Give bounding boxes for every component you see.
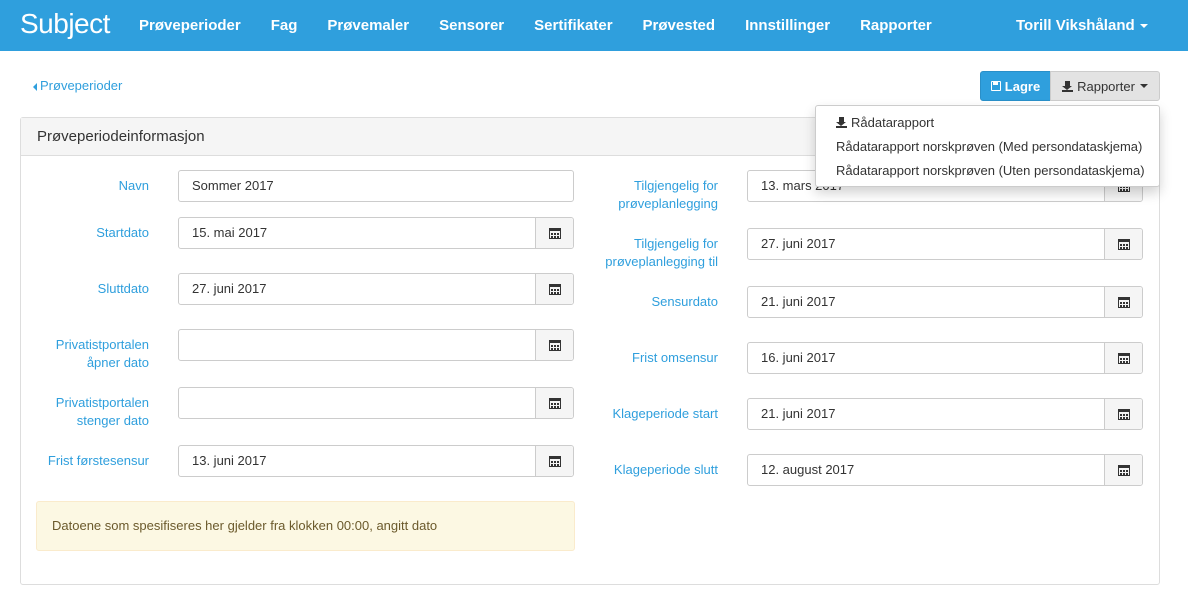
download-icon xyxy=(1062,80,1074,92)
calendar-icon xyxy=(548,283,561,295)
field-label-sluttdato: Sluttdato xyxy=(97,281,149,296)
nav-item-innstillinger[interactable]: Innstillinger xyxy=(745,0,830,51)
portal-open-date-value xyxy=(179,330,535,360)
field-label-portal-close: Privatistportalen stenger dato xyxy=(55,395,149,428)
save-button-label: Lagre xyxy=(1004,78,1041,94)
info-note: Datoene som spesifiseres her gjelder fra… xyxy=(36,501,575,551)
field-label-sensurdato: Sensurdato xyxy=(651,294,719,309)
field-label-appeal-end: Klageperiode slutt xyxy=(613,462,718,477)
appeal-start-calendar-button[interactable] xyxy=(1104,399,1142,429)
calendar-icon xyxy=(1117,238,1130,250)
calendar-icon xyxy=(1117,408,1130,420)
regrading-deadline-calendar-button[interactable] xyxy=(1104,343,1142,373)
field-label-appeal-start: Klageperiode start xyxy=(612,406,718,421)
save-button[interactable]: Lagre xyxy=(980,71,1051,101)
nav-item-sensorer[interactable]: Sensorer xyxy=(439,0,504,51)
calendar-icon xyxy=(548,339,561,351)
grading-date-calendar-button[interactable] xyxy=(1104,287,1142,317)
calendar-icon xyxy=(548,397,561,409)
field-label-first-grading: Frist førstesensur xyxy=(47,453,149,468)
user-name: Torill Vikshåland xyxy=(1016,17,1135,34)
nav-item-proveperioder[interactable]: Prøveperioder xyxy=(139,0,241,51)
field-label-navn: Navn xyxy=(118,178,149,193)
main-nav: Prøveperioder Fag Prøvemaler Sensorer Se… xyxy=(139,0,962,51)
field-label-portal-open: Privatistportalen åpner dato xyxy=(55,337,149,370)
portal-close-date-input[interactable] xyxy=(178,387,574,419)
nav-item-sertifikater[interactable]: Sertifikater xyxy=(534,0,612,51)
available-planning-until-input[interactable]: 27. juni 2017 xyxy=(747,228,1143,260)
reports-button-label: Rapporter xyxy=(1077,78,1135,94)
calendar-icon xyxy=(548,227,561,239)
breadcrumb-label: Prøveperioder xyxy=(40,78,123,93)
nav-item-provested[interactable]: Prøvested xyxy=(643,0,716,51)
calendar-icon xyxy=(1117,296,1130,308)
portal-close-date-value xyxy=(179,388,535,418)
calendar-icon xyxy=(1117,464,1130,476)
reports-dropdown-menu: Rådatarapport Rådatarapport norskprøven … xyxy=(815,105,1160,187)
nav-item-provemaler[interactable]: Prøvemaler xyxy=(327,0,409,51)
brand-logo[interactable]: Subject xyxy=(20,8,110,40)
floppy-disk-icon xyxy=(990,81,1001,91)
first-grading-calendar-button[interactable] xyxy=(535,446,573,476)
dropdown-item-label: Rådatarapport xyxy=(851,115,935,130)
name-input[interactable]: Sommer 2017 xyxy=(178,170,574,202)
start-date-calendar-button[interactable] xyxy=(535,218,573,248)
dropdown-item-raw-data-report[interactable]: Rådatarapport xyxy=(816,113,1159,137)
appeal-start-date-value: 21. juni 2017 xyxy=(761,406,836,421)
breadcrumb-back-link[interactable]: Prøveperioder xyxy=(33,78,122,93)
calendar-icon xyxy=(1117,352,1130,364)
regrading-deadline-value: 16. juni 2017 xyxy=(761,350,836,365)
chevron-down-icon xyxy=(1139,24,1148,29)
user-menu[interactable]: Torill Vikshåland xyxy=(1016,0,1148,51)
nav-item-rapporter[interactable]: Rapporter xyxy=(860,0,932,51)
field-label-available-planning-until: Tilgjengelig for prøveplanlegging til xyxy=(605,236,718,269)
portal-close-calendar-button[interactable] xyxy=(535,388,573,418)
first-grading-deadline-input[interactable]: 13. juni 2017 xyxy=(178,445,574,477)
field-label-startdato: Startdato xyxy=(96,225,149,240)
name-input-value: Sommer 2017 xyxy=(192,178,274,193)
appeal-end-date-input[interactable]: 12. august 2017 xyxy=(747,454,1143,486)
portal-open-date-input[interactable] xyxy=(178,329,574,361)
grading-date-value: 21. juni 2017 xyxy=(761,294,836,309)
end-date-calendar-button[interactable] xyxy=(535,274,573,304)
grading-date-input[interactable]: 21. juni 2017 xyxy=(747,286,1143,318)
portal-open-calendar-button[interactable] xyxy=(535,330,573,360)
reports-dropdown-button[interactable]: Rapporter xyxy=(1050,71,1160,101)
dropdown-item-norwegian-without-form[interactable]: Rådatarapport norskprøven (Uten personda… xyxy=(816,161,1159,185)
end-date-input[interactable]: 27. juni 2017 xyxy=(178,273,574,305)
available-planning-until-calendar-button[interactable] xyxy=(1104,229,1142,259)
end-date-value: 27. juni 2017 xyxy=(192,281,267,296)
regrading-deadline-input[interactable]: 16. juni 2017 xyxy=(747,342,1143,374)
chevron-left-icon xyxy=(33,82,37,91)
field-label-available-planning: Tilgjengelig for prøveplanlegging xyxy=(618,178,718,211)
top-navbar: Subject Prøveperioder Fag Prøvemaler Sen… xyxy=(0,0,1188,51)
download-icon xyxy=(836,117,847,128)
appeal-start-date-input[interactable]: 21. juni 2017 xyxy=(747,398,1143,430)
start-date-input[interactable]: 15. mai 2017 xyxy=(178,217,574,249)
first-grading-deadline-value: 13. juni 2017 xyxy=(192,453,267,468)
start-date-value: 15. mai 2017 xyxy=(192,225,268,240)
dropdown-item-norwegian-with-form[interactable]: Rådatarapport norskprøven (Med persondat… xyxy=(816,137,1159,161)
available-planning-until-value: 27. juni 2017 xyxy=(761,236,836,251)
appeal-end-calendar-button[interactable] xyxy=(1104,455,1142,485)
calendar-icon xyxy=(548,455,561,467)
appeal-end-date-value: 12. august 2017 xyxy=(761,462,855,477)
chevron-down-icon xyxy=(1139,84,1148,88)
nav-item-fag[interactable]: Fag xyxy=(271,0,298,51)
field-label-frist-omsensur: Frist omsensur xyxy=(632,350,718,365)
